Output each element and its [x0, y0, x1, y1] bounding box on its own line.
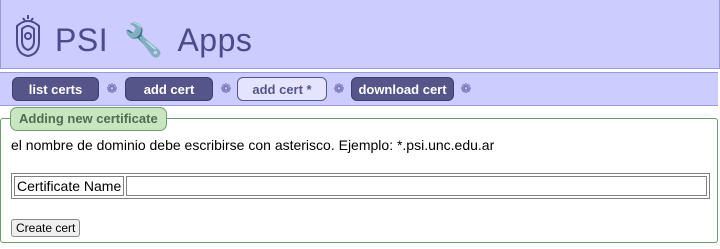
nav-separator-icon: ❁	[220, 81, 232, 96]
app-title-apps: Apps	[177, 22, 253, 58]
nav-bar: list certs ❁ add cert ❁ add cert * ❁ dow…	[0, 72, 718, 106]
university-seal-icon	[16, 15, 40, 58]
tab-download-cert[interactable]: download cert	[351, 77, 454, 101]
nav-separator-icon: ❁	[333, 81, 345, 96]
panel-legend: Adding new certificate	[10, 107, 167, 131]
nav-separator-icon: ❁	[460, 81, 472, 96]
cert-name-input[interactable]	[126, 176, 707, 196]
app-header: PSI 🔧 Apps	[0, 0, 720, 69]
nav-separator-icon: ❁	[106, 81, 118, 96]
tab-add-cert[interactable]: add cert	[125, 77, 213, 101]
tab-add-cert-active[interactable]: add cert *	[237, 77, 327, 101]
cert-name-row: Certificate Name	[11, 173, 710, 199]
tab-list-certs[interactable]: list certs	[12, 77, 99, 101]
app-title-psi: PSI	[55, 22, 109, 58]
domain-hint-text: el nombre de dominio debe escribirse con…	[11, 137, 495, 153]
wrench-icon: 🔧	[123, 22, 164, 58]
app-title: PSI 🔧 Apps	[55, 20, 252, 60]
create-cert-button[interactable]: Create cert	[11, 219, 81, 237]
cert-name-label: Certificate Name	[14, 176, 125, 196]
